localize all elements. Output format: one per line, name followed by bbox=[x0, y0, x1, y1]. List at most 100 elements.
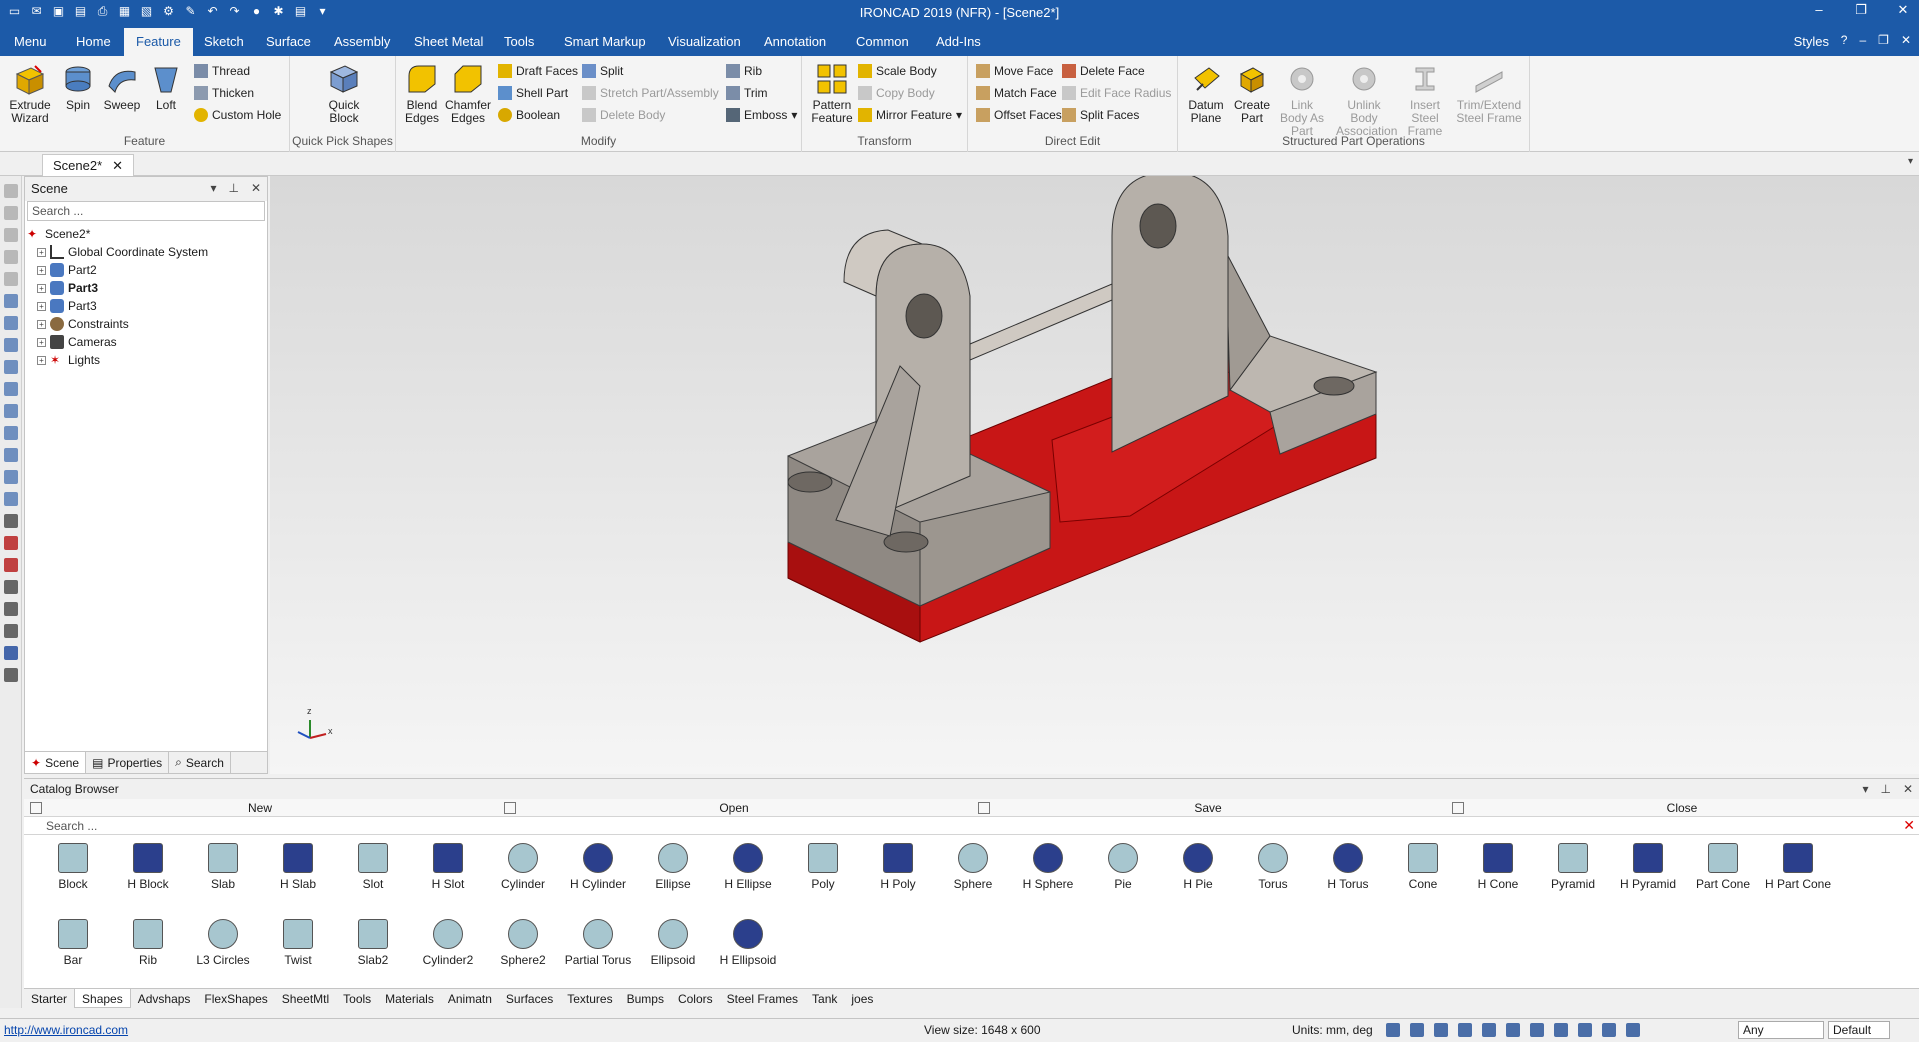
part-model[interactable] bbox=[270, 176, 1919, 774]
catalog-shape-item[interactable]: H Torus bbox=[1313, 843, 1383, 891]
display-mode-icon[interactable] bbox=[1458, 1023, 1472, 1037]
emboss-button[interactable]: Emboss ▾ bbox=[726, 108, 797, 122]
delete-face-button[interactable]: Delete Face bbox=[1062, 64, 1145, 78]
sweep-button[interactable]: Sweep bbox=[98, 62, 146, 112]
thread-button[interactable]: Thread bbox=[194, 64, 250, 78]
boolean-button[interactable]: Boolean bbox=[498, 108, 560, 122]
catalog-shape-item[interactable]: H Cone bbox=[1463, 843, 1533, 891]
doc-tab-scene2[interactable]: Scene2* ✕ bbox=[42, 154, 135, 176]
catalog-shape-item[interactable]: Torus bbox=[1238, 843, 1308, 891]
catalog-shape-item[interactable]: Twist bbox=[263, 919, 333, 967]
mirror-feature-button[interactable]: Mirror Feature ▾ bbox=[858, 108, 962, 122]
expand-icon[interactable]: + bbox=[37, 319, 46, 329]
catalog-tab[interactable]: Advshaps bbox=[131, 989, 198, 1008]
tool-icon[interactable] bbox=[3, 646, 18, 660]
panel-menu-icon[interactable]: ▾ bbox=[1862, 782, 1868, 796]
catalog-shape-item[interactable]: H Part Cone bbox=[1763, 843, 1833, 891]
tool-icon[interactable] bbox=[3, 426, 18, 440]
tab-menu[interactable]: Menu bbox=[6, 31, 55, 52]
loft-button[interactable]: Loft bbox=[142, 62, 190, 112]
extrude-wizard-button[interactable]: Extrude Wizard bbox=[6, 62, 54, 125]
catalog-save-button[interactable]: Save bbox=[972, 801, 1444, 815]
tool-icon[interactable] bbox=[3, 580, 18, 594]
catalog-tab[interactable]: FlexShapes bbox=[197, 989, 274, 1008]
website-link[interactable]: http://www.ironcad.com bbox=[4, 1023, 128, 1037]
clear-search-icon[interactable]: ✕ bbox=[1903, 817, 1915, 834]
insert-steel-frame-button[interactable]: Insert Steel Frame bbox=[1396, 62, 1454, 138]
zoom-window-icon[interactable] bbox=[1410, 1023, 1424, 1037]
tab-sketch[interactable]: Sketch bbox=[196, 31, 252, 52]
chamfer-edges-button[interactable]: Chamfer Edges bbox=[444, 62, 492, 125]
catalog-tab[interactable]: Steel Frames bbox=[720, 989, 805, 1008]
tree-node-cameras[interactable]: + Cameras bbox=[27, 333, 265, 351]
tab-sheet-metal[interactable]: Sheet Metal bbox=[406, 31, 491, 52]
tool-icon[interactable] bbox=[3, 316, 18, 330]
grid-icon[interactable] bbox=[1554, 1023, 1568, 1037]
datum-plane-button[interactable]: Datum Plane bbox=[1182, 62, 1230, 125]
tool-icon[interactable] bbox=[3, 382, 18, 396]
render-icon[interactable] bbox=[1482, 1023, 1496, 1037]
copy-body-button[interactable]: Copy Body bbox=[858, 86, 935, 100]
catalog-shape-item[interactable]: H Sphere bbox=[1013, 843, 1083, 891]
catalog-tab[interactable]: Bumps bbox=[620, 989, 671, 1008]
catalog-close-button[interactable]: Close bbox=[1446, 801, 1918, 815]
tool-icon[interactable] bbox=[3, 514, 18, 528]
catalog-tab[interactable]: Colors bbox=[671, 989, 720, 1008]
catalog-open-button[interactable]: Open bbox=[498, 801, 970, 815]
match-face-button[interactable]: Match Face bbox=[976, 86, 1057, 100]
tab-annotation[interactable]: Annotation bbox=[756, 31, 834, 52]
custom-hole-button[interactable]: Custom Hole bbox=[194, 108, 281, 122]
split-button[interactable]: Split bbox=[582, 64, 623, 78]
create-part-button[interactable]: Create Part bbox=[1228, 62, 1276, 125]
tab-tools[interactable]: Tools bbox=[496, 31, 542, 52]
tree-node-root[interactable]: ✦ Scene2* bbox=[27, 225, 265, 243]
minimize-button[interactable]: – bbox=[1809, 2, 1829, 18]
tool-icon[interactable] bbox=[3, 228, 18, 242]
catalog-shape-item[interactable]: H Pie bbox=[1163, 843, 1233, 891]
catalog-tab[interactable]: Tank bbox=[805, 989, 844, 1008]
tool-icon[interactable] bbox=[3, 492, 18, 506]
thicken-button[interactable]: Thicken bbox=[194, 86, 254, 100]
expand-icon[interactable]: + bbox=[37, 355, 46, 365]
shell-part-button[interactable]: Shell Part bbox=[498, 86, 568, 100]
selection-filter-select[interactable]: Any bbox=[1738, 1021, 1824, 1039]
tool-icon[interactable] bbox=[3, 360, 18, 374]
tool-icon[interactable] bbox=[3, 272, 18, 286]
catalog-tab[interactable]: SheetMtl bbox=[275, 989, 336, 1008]
close-window-button[interactable]: ✕ bbox=[1893, 2, 1913, 18]
tree-node-part3-selected[interactable]: + Part3 bbox=[27, 279, 265, 297]
delete-body-button[interactable]: Delete Body bbox=[582, 108, 665, 122]
blend-edges-button[interactable]: Blend Edges bbox=[398, 62, 446, 125]
tree-node-lights[interactable]: + ✶ Lights bbox=[27, 351, 265, 369]
catalog-shape-item[interactable]: Slab2 bbox=[338, 919, 408, 967]
pin-icon[interactable]: ⊥ bbox=[228, 181, 238, 195]
link-body-button[interactable]: Link Body As Part bbox=[1278, 62, 1326, 138]
catalog-tab[interactable]: joes bbox=[844, 989, 880, 1008]
catalog-tab[interactable]: Shapes bbox=[74, 989, 131, 1008]
catalog-tab[interactable]: Textures bbox=[560, 989, 619, 1008]
close-panel-icon[interactable]: ✕ bbox=[1903, 782, 1913, 796]
view-cube-icon[interactable] bbox=[1434, 1023, 1448, 1037]
catalog-search-input[interactable]: Search ... ✕ bbox=[24, 817, 1919, 835]
tool-icon[interactable] bbox=[3, 668, 18, 682]
catalog-shape-item[interactable]: Pyramid bbox=[1538, 843, 1608, 891]
catalog-tab[interactable]: Materials bbox=[378, 989, 441, 1008]
snap-icon[interactable] bbox=[1578, 1023, 1592, 1037]
catalog-shape-item[interactable]: H Pyramid bbox=[1613, 843, 1683, 891]
catalog-shape-item[interactable]: Slab bbox=[188, 843, 258, 891]
help-icon[interactable]: ? bbox=[1841, 33, 1848, 47]
3d-viewport[interactable]: z x bbox=[270, 176, 1919, 774]
catalog-shape-item[interactable]: Sphere bbox=[938, 843, 1008, 891]
rib-button[interactable]: Rib bbox=[726, 64, 762, 78]
catalog-shape-item[interactable]: Poly bbox=[788, 843, 858, 891]
catalog-shape-item[interactable]: Ellipsoid bbox=[638, 919, 708, 967]
catalog-shape-item[interactable]: H Slot bbox=[413, 843, 483, 891]
quick-block-button[interactable]: Quick Block bbox=[316, 62, 372, 125]
catalog-shape-item[interactable]: Rib bbox=[113, 919, 183, 967]
catalog-shape-item[interactable]: Part Cone bbox=[1688, 843, 1758, 891]
tab-list-icon[interactable]: ▾ bbox=[1908, 156, 1913, 167]
tool-icon[interactable] bbox=[3, 184, 18, 198]
split-faces-button[interactable]: Split Faces bbox=[1062, 108, 1139, 122]
trim-button[interactable]: Trim bbox=[726, 86, 768, 100]
edit-face-radius-button[interactable]: Edit Face Radius bbox=[1062, 86, 1171, 100]
